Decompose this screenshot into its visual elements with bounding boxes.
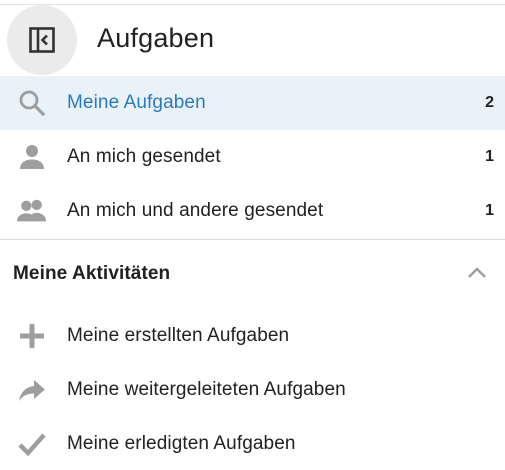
nav-item-label: An mich gesendet [67, 146, 221, 167]
activity-item-forwarded[interactable]: Meine weitergeleiteten Aufgaben [0, 363, 505, 417]
nav-item-count: 2 [485, 94, 494, 111]
chevron-up-icon [468, 267, 486, 278]
nav-item-sent-to-me[interactable]: An mich gesendet 1 [0, 130, 505, 184]
page-title: Aufgaben [97, 23, 215, 53]
nav-item-count: 1 [485, 202, 494, 219]
activity-item-created[interactable]: Meine erstellten Aufgaben [0, 309, 505, 363]
forward-arrow-icon [16, 374, 48, 406]
activity-item-label: Meine weitergeleiteten Aufgaben [67, 379, 346, 400]
activity-item-label: Meine erledigten Aufgaben [67, 433, 296, 454]
nav-item-sent-to-me-and-others[interactable]: An mich und andere gesendet 1 [0, 184, 505, 238]
activities-section-header[interactable]: Meine Aktivitäten [0, 247, 505, 299]
activity-item-label: Meine erstellten Aufgaben [67, 325, 290, 346]
section-divider [0, 239, 505, 240]
nav-item-label: Meine Aufgaben [67, 92, 206, 113]
person-icon [16, 141, 48, 173]
tasks-sidebar: Aufgaben Meine Aufgaben 2 An mich gesend… [0, 0, 505, 470]
people-icon [16, 195, 48, 227]
nav-item-label: An mich und andere gesendet [67, 200, 324, 221]
nav-item-my-tasks[interactable]: Meine Aufgaben 2 [0, 76, 505, 130]
activities-section-title: Meine Aktivitäten [13, 263, 171, 284]
sidebar-header: Aufgaben [0, 5, 505, 75]
check-icon [16, 428, 48, 460]
plus-icon [16, 320, 48, 352]
sidebar-collapse-icon [29, 27, 55, 53]
sidebar-toggle-button[interactable] [7, 5, 77, 75]
search-icon [16, 87, 48, 119]
nav-item-count: 1 [485, 148, 494, 165]
activity-item-completed[interactable]: Meine erledigten Aufgaben [0, 417, 505, 470]
